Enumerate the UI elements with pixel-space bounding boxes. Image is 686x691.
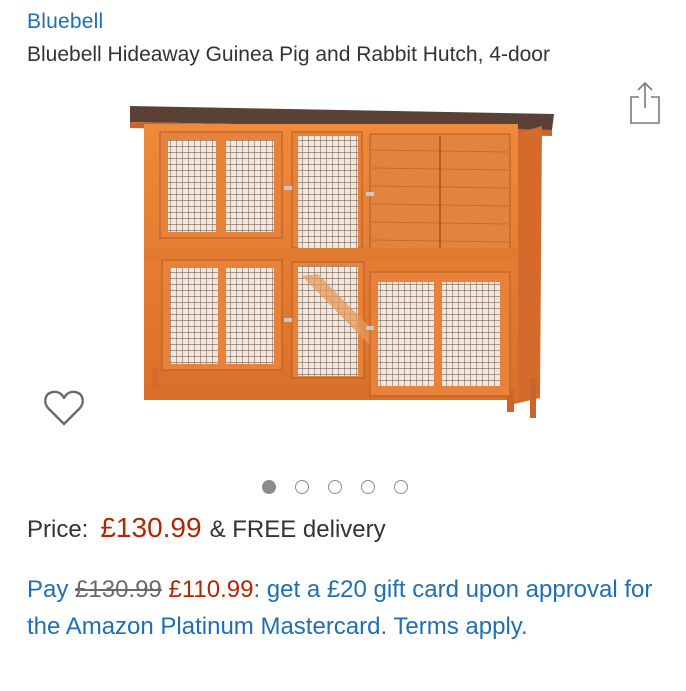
carousel-dot[interactable] [295,480,309,494]
offer-pay-label: Pay [27,576,69,603]
carousel-dot[interactable] [394,480,408,494]
price-value: £130.99 [100,512,202,543]
product-title: Bluebell Hideaway Guinea Pig and Rabbit … [27,43,550,66]
carousel-indicator [262,477,408,497]
carousel-dot[interactable] [262,480,276,494]
carousel-dot[interactable] [361,480,375,494]
offer-new-price: £110.99 [168,576,254,603]
heart-icon[interactable] [42,386,86,430]
brand-link[interactable]: Bluebell [27,10,103,34]
share-icon[interactable] [628,80,662,126]
delivery-info: & FREE delivery [209,516,386,543]
offer-old-price: £130.99 [75,576,162,603]
carousel-dot[interactable] [328,480,342,494]
price-row: Price: £130.99 & FREE delivery [27,512,386,544]
price-label: Price: [27,516,89,543]
product-image[interactable] [122,98,568,442]
credit-card-offer-link[interactable]: Pay £130.99 £110.99: get a £20 gift card… [27,571,667,645]
